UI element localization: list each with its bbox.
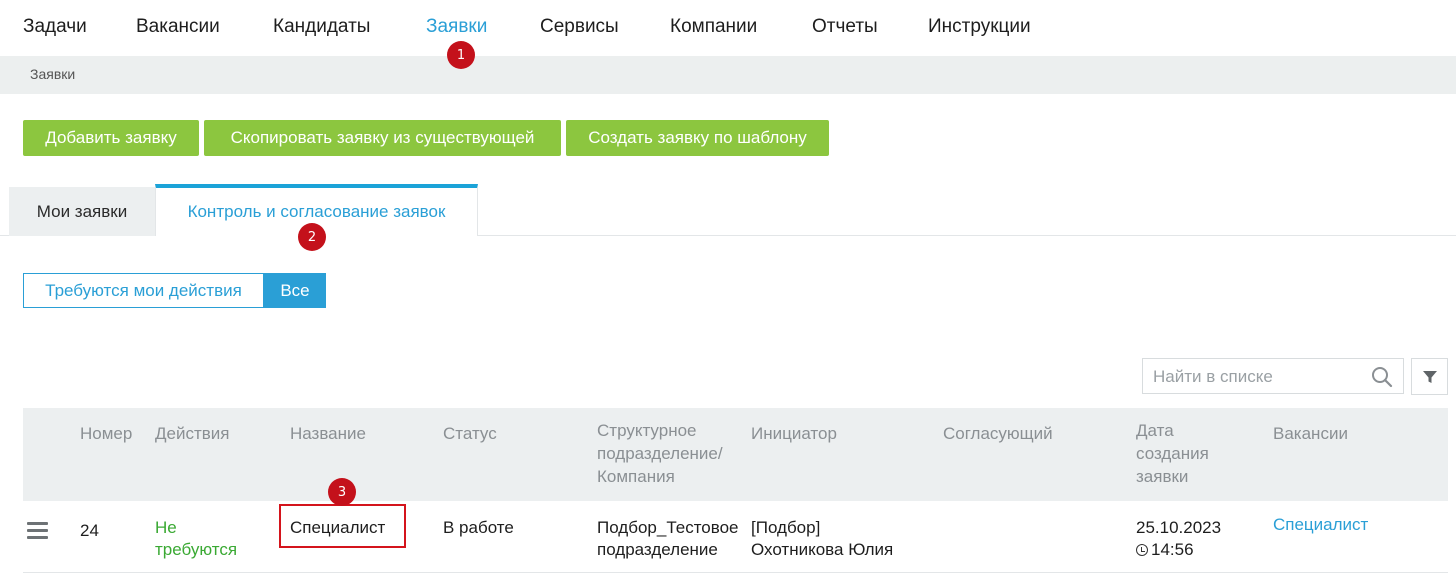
- table-header: Номер Действия Название Статус Структурн…: [23, 408, 1448, 501]
- nav-item-vacancies[interactable]: Вакансии: [136, 16, 220, 38]
- nav-item-reports[interactable]: Отчеты: [812, 16, 878, 38]
- column-status[interactable]: Статус: [443, 422, 497, 445]
- cell-initiator: [Подбор] Охотникова Юлия: [751, 518, 894, 559]
- column-actions[interactable]: Действия: [155, 422, 229, 445]
- column-approver[interactable]: Согласующий: [943, 422, 1053, 445]
- breadcrumb-item-requests: Заявки: [30, 66, 76, 82]
- search-box: [1142, 358, 1404, 394]
- column-name[interactable]: Название: [290, 422, 366, 445]
- clock-icon: [1136, 544, 1148, 556]
- tab-my-requests[interactable]: Мои заявки: [9, 187, 155, 236]
- top-navigation: Задачи Вакансии Кандидаты Заявки Сервисы…: [0, 0, 1456, 56]
- filter-all-button[interactable]: Все: [264, 273, 326, 308]
- step-marker-2: 2: [298, 223, 326, 251]
- create-from-template-button[interactable]: Создать заявку по шаблону: [566, 120, 829, 156]
- column-department[interactable]: Структурное подразделение/ Компания: [597, 419, 723, 488]
- nav-item-candidates[interactable]: Кандидаты: [273, 16, 370, 38]
- cell-number: 24: [80, 521, 99, 540]
- nav-item-instructions[interactable]: Инструкции: [928, 16, 1031, 38]
- nav-item-tasks[interactable]: Задачи: [23, 16, 87, 38]
- cell-department: Подбор_Тестовое подразделение: [597, 518, 739, 559]
- cell-vacancy-link[interactable]: Специалист: [1273, 514, 1368, 536]
- column-initiator[interactable]: Инициатор: [751, 422, 837, 445]
- breadcrumb: Заявки: [0, 56, 1456, 94]
- step-marker-1: 1: [447, 41, 475, 69]
- filter-icon: [1422, 370, 1437, 383]
- filter-button[interactable]: [1411, 358, 1448, 395]
- cell-created-date: 25.10.2023 14:56: [1136, 518, 1222, 559]
- row-menu-icon[interactable]: [27, 522, 48, 539]
- highlight-box: [279, 504, 406, 548]
- nav-item-services[interactable]: Сервисы: [540, 16, 619, 38]
- nav-item-companies[interactable]: Компании: [670, 16, 757, 38]
- copy-request-button[interactable]: Скопировать заявку из существующей: [204, 120, 561, 156]
- add-request-button[interactable]: Добавить заявку: [23, 120, 199, 156]
- cell-status: В работе: [443, 518, 514, 537]
- step-marker-3: 3: [328, 478, 356, 506]
- search-input[interactable]: [1153, 366, 1363, 388]
- column-created-date[interactable]: Дата создания заявки: [1136, 419, 1209, 488]
- cell-actions: Не требуются: [155, 518, 238, 559]
- nav-item-requests[interactable]: Заявки: [426, 16, 487, 38]
- filter-my-actions-button[interactable]: Требуются мои действия: [23, 273, 264, 308]
- search-icon[interactable]: [1371, 366, 1393, 388]
- table-row[interactable]: 24 Не требуются Специалист В работе Подб…: [23, 501, 1448, 573]
- column-number[interactable]: Номер: [80, 422, 132, 445]
- column-vacancies[interactable]: Вакансии: [1273, 422, 1348, 445]
